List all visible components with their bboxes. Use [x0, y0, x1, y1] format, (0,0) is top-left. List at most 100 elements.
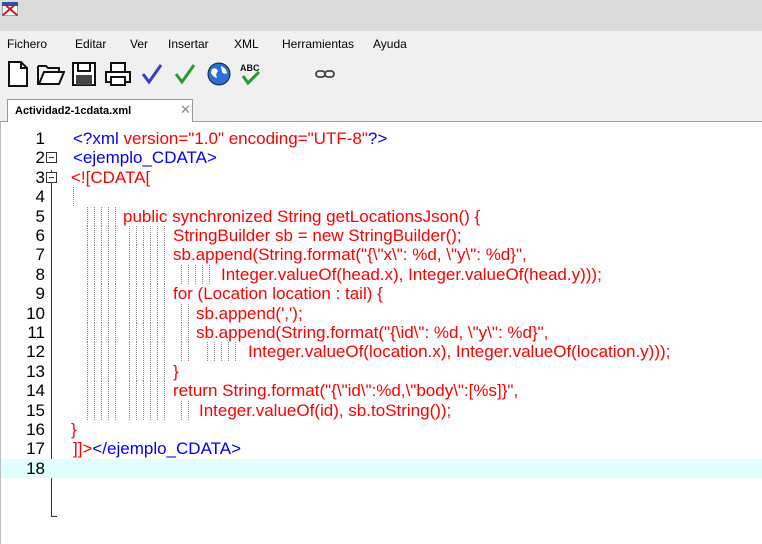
indent-guide: [181, 264, 182, 284]
save-button[interactable]: [69, 59, 99, 89]
code-token: return String.format("{\"id\":%d,\"body\…: [173, 381, 519, 401]
indent-guide: [108, 342, 109, 362]
indent-guide: [108, 323, 109, 342]
code-line[interactable]: 4: [1, 187, 762, 207]
code-line[interactable]: 8 Integer.valueOf(head.x), Integer.valueO…: [1, 264, 762, 284]
indent-guide: [164, 226, 165, 245]
indent-guide: [87, 226, 88, 245]
menu-bar: Fichero Editar Ver Insertar XML Herramie…: [0, 31, 762, 56]
indent-guide: [143, 323, 144, 342]
code-line[interactable]: 9 for (Location location : tail) {: [1, 284, 762, 304]
indent-guide: [87, 361, 88, 381]
indent-guide: [108, 361, 109, 381]
new-document-button[interactable]: [3, 59, 33, 89]
validate-button[interactable]: [170, 59, 200, 89]
indent-guide: [101, 284, 102, 304]
indent-guide: [164, 323, 165, 342]
indent-guide: [94, 226, 95, 245]
indent-guide: [235, 342, 236, 362]
code-text: }: [71, 420, 77, 439]
code-line[interactable]: 16}: [1, 420, 762, 439]
code-line[interactable]: 15 Integer.valueOf(id), sb.toString());: [1, 400, 762, 420]
indent-guide: [150, 226, 151, 245]
indent-guide: [143, 381, 144, 401]
code-line[interactable]: 2 <ejemplo_CDATA>: [1, 148, 762, 167]
code-text: StringBuilder sb = new StringBuilder();: [173, 226, 462, 245]
indent-guide: [101, 245, 102, 265]
code-token: Integer.valueOf(head.x), Integer.valueOf…: [221, 264, 602, 284]
code-line[interactable]: 7 sb.append(String.format("{\"x\": %d, \"…: [1, 245, 762, 265]
menu-herramientas[interactable]: Herramientas: [282, 37, 354, 51]
menu-editar[interactable]: Editar: [75, 37, 106, 51]
code-line[interactable]: 12 Integer.valueOf(location.x), Integer.v…: [1, 342, 762, 362]
print-button[interactable]: [103, 59, 133, 89]
line-number: 16: [26, 420, 45, 439]
indent-guide: [94, 245, 95, 265]
line-number: 9: [35, 284, 45, 304]
indent-guide: [108, 381, 109, 401]
indent-guide: [221, 342, 222, 362]
indent-guide: [164, 342, 165, 362]
code-line[interactable]: 17]]></ejemplo_CDATA>: [1, 439, 762, 458]
indent-guide: [164, 303, 165, 323]
indent-guide: [157, 361, 158, 381]
code-line[interactable]: 11 sb.append(String.format("{\id\": %d, \…: [1, 323, 762, 342]
indent-guide: [87, 245, 88, 265]
menu-ver[interactable]: Ver: [130, 37, 148, 51]
code-line[interactable]: 13}: [1, 361, 762, 381]
code-token: for (Location location : tail) {: [173, 284, 383, 304]
indent-guide: [188, 303, 189, 323]
code-line[interactable]: 6 StringBuilder sb = new StringBuilder();: [1, 226, 762, 245]
indent-guide: [94, 303, 95, 323]
line-number: 10: [26, 303, 45, 323]
menu-xml[interactable]: XML: [234, 37, 259, 51]
line-number: 4: [35, 187, 45, 207]
indent-guide: [164, 245, 165, 265]
web-preview-button[interactable]: [204, 59, 234, 89]
line-number: 1: [35, 129, 45, 148]
code-text: <![CDATA[: [71, 168, 150, 187]
fold-toggle-icon[interactable]: [46, 171, 57, 183]
code-line[interactable]: 5 public synchronized String getLocations…: [1, 206, 762, 226]
code-token: <ejemplo_CDATA>: [73, 148, 217, 168]
code-editor[interactable]: 1 <?xml version="1.0" encoding="UTF-8"?> 2…: [0, 122, 762, 544]
code-text: <ejemplo_CDATA>: [73, 148, 217, 167]
indent-guide: [150, 361, 151, 381]
close-icon[interactable]: ✕: [180, 103, 191, 117]
code-text: Integer.valueOf(head.x), Integer.valueOf…: [221, 265, 602, 284]
code-token: Integer.valueOf(id), sb.toString());: [199, 400, 452, 420]
indent-guide: [136, 245, 137, 265]
code-text: sb.append(',');: [196, 304, 303, 323]
indent-guide: [87, 206, 88, 226]
indent-guide: [108, 400, 109, 420]
menu-ayuda[interactable]: Ayuda: [373, 37, 407, 51]
menu-insertar[interactable]: Insertar: [168, 37, 209, 51]
indent-guide: [228, 342, 229, 362]
spellcheck-button[interactable]: ABC: [236, 59, 266, 89]
menu-fichero[interactable]: Fichero: [7, 37, 47, 51]
fold-toggle-icon[interactable]: [46, 152, 57, 164]
indent-guide: [195, 264, 196, 284]
indent-guide: [143, 342, 144, 362]
code-line[interactable]: 18: [1, 458, 762, 478]
indent-guide: [94, 400, 95, 420]
indent-guide: [181, 400, 182, 420]
code-line[interactable]: 1 <?xml version="1.0" encoding="UTF-8"?>: [1, 129, 762, 148]
indent-guide: [87, 264, 88, 284]
check-wellformed-button[interactable]: [137, 59, 167, 89]
indent-guide: [115, 226, 116, 245]
code-line[interactable]: 14 return String.format("{\"id\":%d,\"bod…: [1, 381, 762, 401]
indent-guide: [115, 342, 116, 362]
code-line[interactable]: 3 <![CDATA[: [1, 168, 762, 187]
tab-actividad2-1cdata[interactable]: Actividad2-1cdata.xml ✕: [7, 99, 193, 123]
indent-guide: [207, 342, 208, 362]
link-button[interactable]: [310, 59, 340, 89]
open-button[interactable]: [36, 59, 66, 89]
code-line[interactable]: 10 sb.append(',');: [1, 303, 762, 323]
indent-guide: [94, 323, 95, 342]
code-text: sb.append(String.format("{\"x\": %d, \"y…: [173, 245, 527, 264]
indent-guide: [115, 303, 116, 323]
indent-guide: [136, 264, 137, 284]
indent-guide: [129, 400, 130, 420]
indent-guide: [164, 264, 165, 284]
